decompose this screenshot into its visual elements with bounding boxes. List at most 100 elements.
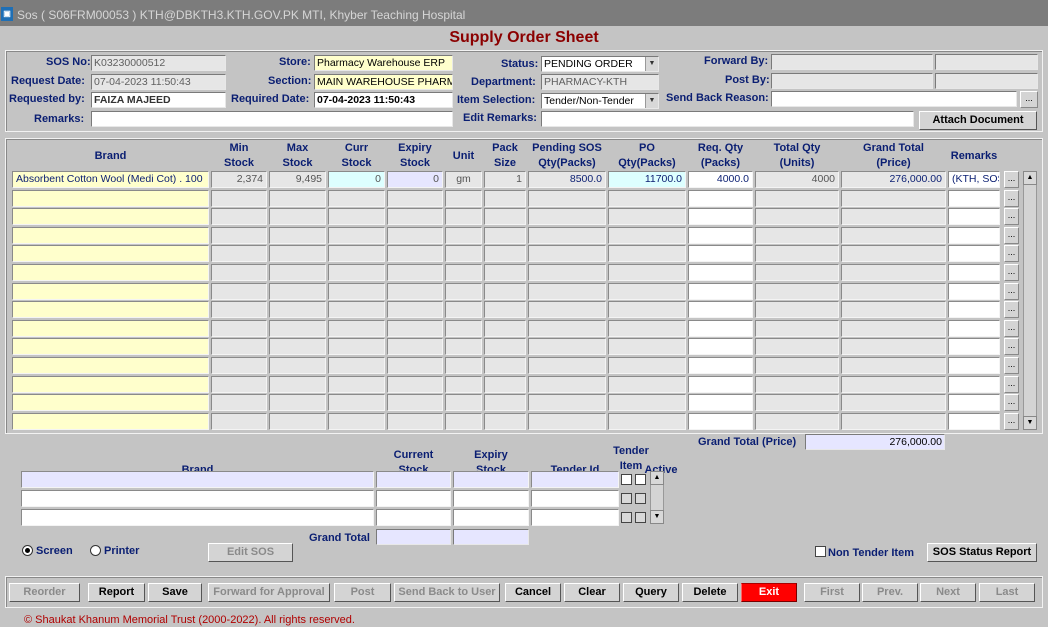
grid-empty-cell[interactable] xyxy=(528,208,606,225)
grid-empty-cell[interactable] xyxy=(328,208,385,225)
row-lov-button[interactable]: ... xyxy=(1004,227,1019,244)
grid-empty-cell[interactable] xyxy=(608,357,686,374)
grid-empty-cell[interactable] xyxy=(755,320,839,337)
row-lov-button[interactable]: ... xyxy=(1004,283,1019,300)
grid-empty-cell[interactable] xyxy=(211,227,267,244)
grid-empty-cell[interactable] xyxy=(328,394,385,411)
required-date-field[interactable]: 07-04-2023 11:50:43 xyxy=(314,92,453,108)
grid-empty-cell[interactable] xyxy=(484,301,526,318)
grid-empty-cell[interactable] xyxy=(841,301,946,318)
post-by-date-field[interactable] xyxy=(935,73,1038,89)
grid-empty-cell[interactable] xyxy=(755,264,839,281)
store-field[interactable]: Pharmacy Warehouse ERP xyxy=(314,55,453,71)
grid-empty-cell[interactable] xyxy=(688,394,753,411)
grid-scrollbar[interactable] xyxy=(1023,171,1037,430)
grid-empty-cell[interactable] xyxy=(608,245,686,262)
grid-empty-cell[interactable] xyxy=(211,376,267,393)
grid-empty-cell[interactable] xyxy=(328,301,385,318)
grid-empty-cell[interactable] xyxy=(328,283,385,300)
grid-empty-cell[interactable] xyxy=(608,338,686,355)
grid-empty-cell[interactable] xyxy=(12,301,209,318)
grid-empty-cell[interactable] xyxy=(948,357,1000,374)
grid-empty-cell[interactable] xyxy=(755,283,839,300)
grid-empty-cell[interactable] xyxy=(948,283,1000,300)
row-lov-button[interactable]: ... xyxy=(1004,301,1019,318)
grid-empty-cell[interactable] xyxy=(387,413,443,430)
lower-brand-cell[interactable] xyxy=(21,509,374,526)
grid-empty-cell[interactable] xyxy=(948,376,1000,393)
grid-empty-cell[interactable] xyxy=(688,264,753,281)
active-checkbox[interactable] xyxy=(635,493,646,504)
sos-no-field[interactable]: K03230000512 xyxy=(91,55,226,71)
clear-button[interactable]: Clear xyxy=(564,583,620,602)
grid-empty-cell[interactable] xyxy=(211,394,267,411)
grid-empty-cell[interactable] xyxy=(755,245,839,262)
grid-empty-cell[interactable] xyxy=(688,208,753,225)
chevron-down-icon[interactable]: ▼ xyxy=(645,57,658,71)
grid-empty-cell[interactable] xyxy=(948,320,1000,337)
grid-cell[interactable]: 4000.0 xyxy=(688,171,753,188)
grid-empty-cell[interactable] xyxy=(12,376,209,393)
exit-button[interactable]: Exit xyxy=(741,583,797,602)
department-field[interactable]: PHARMACY-KTH xyxy=(541,74,659,90)
grid-cell[interactable]: (KTH, SOS xyxy=(948,171,1000,188)
send-back-reason-field[interactable] xyxy=(771,91,1017,107)
item-selection-select[interactable]: Tender/Non-Tender ▼ xyxy=(541,93,659,109)
radio-screen[interactable] xyxy=(22,545,33,556)
grid-empty-cell[interactable] xyxy=(269,394,326,411)
send-back-to-user-button[interactable]: Send Back to User xyxy=(394,583,500,602)
lower-current-stock-cell[interactable] xyxy=(376,471,451,488)
grid-empty-cell[interactable] xyxy=(387,227,443,244)
grid-empty-cell[interactable] xyxy=(528,357,606,374)
grid-empty-cell[interactable] xyxy=(528,338,606,355)
grid-empty-cell[interactable] xyxy=(484,264,526,281)
edit-sos-button[interactable]: Edit SOS xyxy=(208,543,293,562)
grid-empty-cell[interactable] xyxy=(484,283,526,300)
grid-empty-cell[interactable] xyxy=(528,190,606,207)
grid-empty-cell[interactable] xyxy=(328,357,385,374)
grid-empty-cell[interactable] xyxy=(445,376,482,393)
grid-empty-cell[interactable] xyxy=(688,283,753,300)
post-button[interactable]: Post xyxy=(334,583,391,602)
grid-empty-cell[interactable] xyxy=(445,338,482,355)
grid-empty-cell[interactable] xyxy=(484,376,526,393)
grid-empty-cell[interactable] xyxy=(948,190,1000,207)
grid-empty-cell[interactable] xyxy=(12,283,209,300)
grid-empty-cell[interactable] xyxy=(484,245,526,262)
grid-empty-cell[interactable] xyxy=(948,301,1000,318)
grid-empty-cell[interactable] xyxy=(484,227,526,244)
grid-empty-cell[interactable] xyxy=(608,190,686,207)
grid-empty-cell[interactable] xyxy=(211,357,267,374)
grid-empty-cell[interactable] xyxy=(211,208,267,225)
forward-by-date-field[interactable] xyxy=(935,54,1038,70)
query-button[interactable]: Query xyxy=(623,583,679,602)
grid-empty-cell[interactable] xyxy=(608,413,686,430)
grid-empty-cell[interactable] xyxy=(445,283,482,300)
grid-cell[interactable]: 11700.0 xyxy=(608,171,686,188)
row-lov-button[interactable]: ... xyxy=(1004,171,1019,188)
post-by-field[interactable] xyxy=(771,73,933,89)
grid-empty-cell[interactable] xyxy=(841,357,946,374)
grid-empty-cell[interactable] xyxy=(755,357,839,374)
grid-cell[interactable]: 2,374 xyxy=(211,171,267,188)
grid-cell[interactable]: 1 xyxy=(484,171,526,188)
grid-empty-cell[interactable] xyxy=(269,320,326,337)
prev-button[interactable]: Prev. xyxy=(862,583,918,602)
grid-empty-cell[interactable] xyxy=(328,413,385,430)
grid-empty-cell[interactable] xyxy=(755,208,839,225)
grid-empty-cell[interactable] xyxy=(484,338,526,355)
cancel-button[interactable]: Cancel xyxy=(505,583,561,602)
grid-empty-cell[interactable] xyxy=(528,320,606,337)
grid-empty-cell[interactable] xyxy=(688,227,753,244)
grid-empty-cell[interactable] xyxy=(387,190,443,207)
grid-empty-cell[interactable] xyxy=(755,394,839,411)
non-tender-item-checkbox[interactable] xyxy=(815,546,826,557)
section-field[interactable]: MAIN WAREHOUSE PHARMA xyxy=(314,74,453,90)
grid-empty-cell[interactable] xyxy=(948,394,1000,411)
grid-empty-cell[interactable] xyxy=(484,357,526,374)
grid-empty-cell[interactable] xyxy=(445,320,482,337)
status-select[interactable]: PENDING ORDER ▼ xyxy=(541,56,659,72)
grid-empty-cell[interactable] xyxy=(445,394,482,411)
forward-by-field[interactable] xyxy=(771,54,933,70)
grid-empty-cell[interactable] xyxy=(269,283,326,300)
